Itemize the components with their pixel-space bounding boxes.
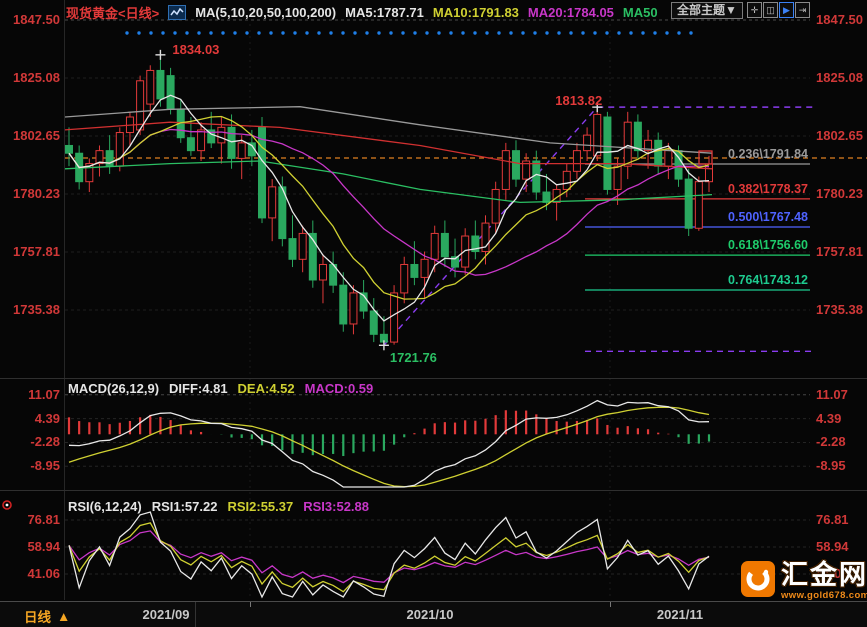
- macd-header: MACD(26,12,9) DIFF:4.81 DEA:4.52 MACD:0.…: [68, 381, 373, 396]
- fit-scale-icon[interactable]: ◫: [763, 2, 778, 18]
- logo-url: www.gold678.com: [781, 590, 867, 601]
- month-label: 2021/09: [142, 607, 190, 622]
- rsi-panel: [68, 511, 710, 599]
- logo-icon: [741, 561, 775, 597]
- rsi1-value: RSI1:57.22: [151, 499, 218, 514]
- rsi-title: RSI(6,12,24): [68, 499, 142, 514]
- tab-daily-label: 日线: [24, 610, 51, 625]
- month-tick: [610, 602, 611, 607]
- macd-macd-value: MACD:0.59: [304, 381, 374, 396]
- dotted-resistance-line: [125, 31, 693, 35]
- tab-daily[interactable]: 日线 ▲: [24, 606, 70, 626]
- rsi3-value: RSI3:52.88: [303, 499, 369, 514]
- macd-diff-value: DIFF:4.81: [169, 381, 228, 396]
- symbol-title: 现货黄金<日线>: [66, 5, 160, 21]
- tab-separator: [195, 602, 196, 627]
- exit-icon[interactable]: ⇥: [795, 2, 810, 18]
- logo-name: 汇金网: [781, 560, 867, 590]
- chart-toolbar: ✛ ◫ ▶ ⇥: [747, 2, 810, 18]
- crosshair-icon[interactable]: ✛: [747, 2, 762, 18]
- chart-icon[interactable]: [168, 4, 187, 20]
- month-label: 2021/11: [656, 607, 704, 622]
- scroll-latest-icon[interactable]: ▶: [779, 2, 794, 18]
- ma5-value: MA5:1787.71: [345, 4, 424, 20]
- macd-panel: [67, 399, 711, 488]
- brand-logo: 汇金网 www.gold678.com: [741, 561, 867, 601]
- chart-canvas[interactable]: [0, 0, 867, 627]
- ma-group-label: MA(5,10,20,50,100,200): [195, 4, 337, 20]
- theme-dropdown[interactable]: 全部主题▼: [671, 2, 743, 19]
- rsi-header: RSI(6,12,24) RSI1:57.22 RSI2:55.37 RSI3:…: [68, 499, 369, 514]
- ma50-label: MA50: [622, 4, 658, 20]
- triangle-up-icon: ▲: [57, 608, 71, 624]
- chart-app: 现货黄金<日线> MA(5,10,20,50,100,200) MA5:1787…: [0, 0, 867, 627]
- macd-title: MACD(26,12,9): [68, 381, 160, 396]
- rsi2-value: RSI2:55.37: [227, 499, 294, 514]
- bottom-bar: 日线 ▲ 2021/09 2021/10 2021/11: [0, 601, 867, 627]
- month-label: 2021/10: [406, 607, 454, 622]
- month-tick: [250, 602, 251, 607]
- chart-header: 现货黄金<日线> MA(5,10,20,50,100,200) MA5:1787…: [66, 3, 658, 21]
- macd-dea-value: DEA:4.52: [237, 381, 295, 396]
- ma20-value: MA20:1784.05: [527, 4, 614, 20]
- ma-short-lines: [68, 94, 710, 322]
- ma10-value: MA10:1791.83: [432, 4, 519, 20]
